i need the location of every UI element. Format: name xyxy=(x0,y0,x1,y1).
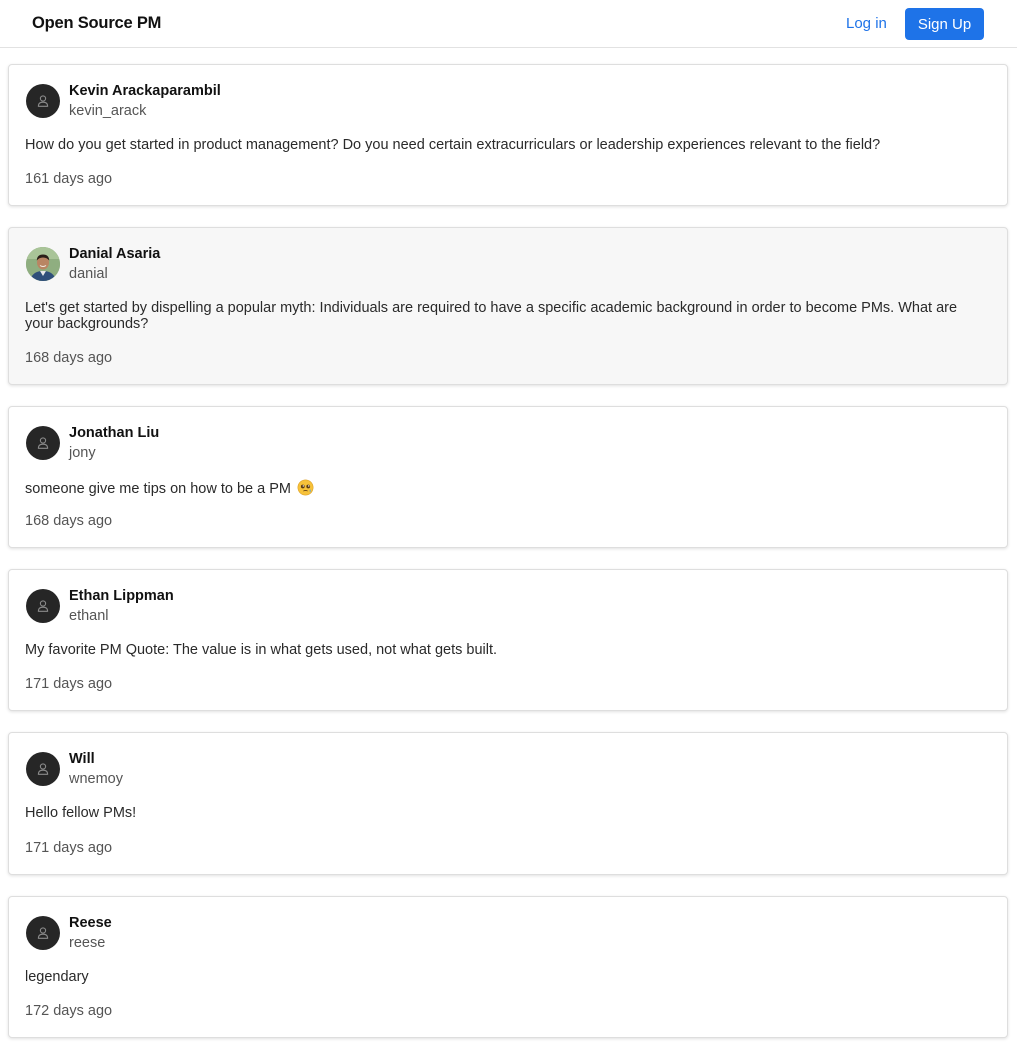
post-card[interactable]: Ethan Lippman ethanl My favorite PM Quot… xyxy=(8,569,1008,711)
post-timestamp: 171 days ago xyxy=(25,840,113,856)
author-name[interactable]: Kevin Arackaparambil xyxy=(69,83,221,99)
brand-title[interactable]: Open Source PM xyxy=(32,14,161,33)
post-card[interactable]: Danial Asaria danial Let's get started b… xyxy=(8,227,1008,385)
author-handle: kevin_arack xyxy=(69,103,147,119)
post-timestamp: 168 days ago xyxy=(25,350,113,366)
post-body: someone give me tips on how to be a PM xyxy=(25,479,989,497)
author-name[interactable]: Will xyxy=(69,751,95,767)
author-name[interactable]: Danial Asaria xyxy=(69,246,160,262)
signup-button[interactable]: Sign Up xyxy=(905,8,984,40)
avatar[interactable] xyxy=(26,84,60,118)
post-timestamp: 168 days ago xyxy=(25,513,113,529)
post-body: Let's get started by dispelling a popula… xyxy=(25,300,958,332)
author-handle: reese xyxy=(69,935,106,951)
post-body: Hello fellow PMs! xyxy=(25,805,137,821)
pleading-face-emoji-icon xyxy=(297,479,314,496)
post-body: legendary xyxy=(25,969,89,985)
post-card[interactable]: Will wnemoy Hello fellow PMs! 171 days a… xyxy=(8,732,1008,875)
post-timestamp: 171 days ago xyxy=(25,676,113,692)
person-icon xyxy=(37,763,49,775)
profile-photo-icon xyxy=(26,247,60,281)
person-icon xyxy=(37,600,49,612)
post-card[interactable]: Jonathan Liu jony someone give me tips o… xyxy=(8,406,1008,548)
author-handle: jony xyxy=(69,445,96,461)
post-body-text: someone give me tips on how to be a PM xyxy=(25,481,291,497)
login-link[interactable]: Log in xyxy=(846,15,887,32)
person-icon xyxy=(37,95,49,107)
top-navbar: Open Source PM Log in Sign Up xyxy=(0,0,1017,48)
avatar[interactable] xyxy=(26,247,60,281)
post-timestamp: 172 days ago xyxy=(25,1003,113,1019)
author-handle: danial xyxy=(69,266,108,282)
author-name[interactable]: Reese xyxy=(69,915,112,931)
post-card[interactable]: Reese reese legendary 172 days ago xyxy=(8,896,1008,1038)
author-handle: wnemoy xyxy=(69,771,123,787)
avatar[interactable] xyxy=(26,589,60,623)
post-body: How do you get started in product manage… xyxy=(25,137,881,153)
author-name[interactable]: Jonathan Liu xyxy=(69,425,159,441)
person-icon xyxy=(37,927,49,939)
author-name[interactable]: Ethan Lippman xyxy=(69,588,174,604)
avatar[interactable] xyxy=(26,916,60,950)
post-body: My favorite PM Quote: The value is in wh… xyxy=(25,642,498,658)
author-handle: ethanl xyxy=(69,608,109,624)
post-card[interactable]: Kevin Arackaparambil kevin_arack How do … xyxy=(8,64,1008,206)
person-icon xyxy=(37,437,49,449)
avatar[interactable] xyxy=(26,752,60,786)
avatar[interactable] xyxy=(26,426,60,460)
post-timestamp: 161 days ago xyxy=(25,171,113,187)
